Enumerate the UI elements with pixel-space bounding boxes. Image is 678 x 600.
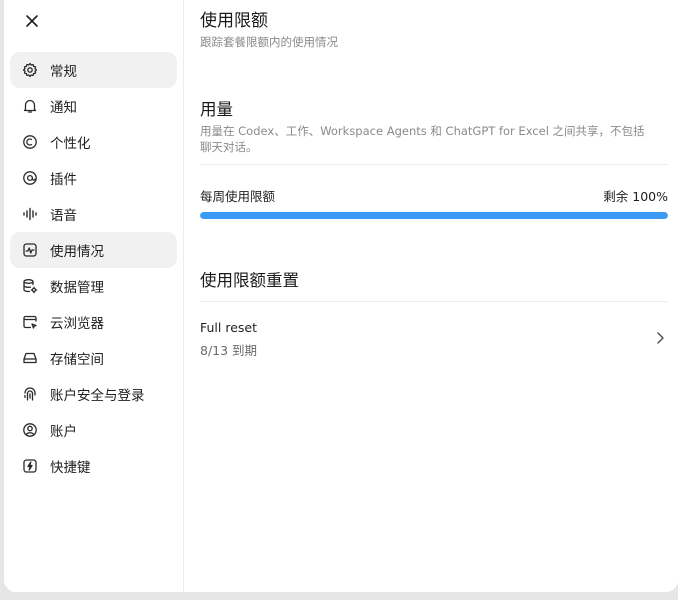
- close-button[interactable]: [22, 12, 42, 32]
- reset-item-date: 8/13 到期: [200, 343, 258, 358]
- sidebar-item-label: 插件: [50, 172, 77, 188]
- page-title: 使用限额: [200, 11, 268, 31]
- remaining-label: 剩余 100%: [603, 189, 668, 204]
- sidebar-item-label: 个性化: [50, 136, 91, 152]
- sidebar-item-label: 常规: [50, 64, 77, 80]
- settings-sidebar: 常规 通知 个性化 插件 语音 使用情况 数据管理 云浏览器 存储空间 账户安全…: [4, 0, 184, 592]
- sidebar-item-security-login[interactable]: 账户安全与登录: [10, 376, 177, 412]
- reset-section-title: 使用限额重置: [200, 271, 299, 290]
- usage-description: 用量在 Codex、工作、Workspace Agents 和 ChatGPT …: [200, 124, 645, 154]
- plugin-icon: [22, 170, 38, 186]
- storage-icon: [22, 350, 38, 366]
- sidebar-item-general[interactable]: 常规: [10, 52, 177, 88]
- settings-dialog: 常规 通知 个性化 插件 语音 使用情况 数据管理 云浏览器 存储空间 账户安全…: [4, 0, 678, 592]
- sidebar-item-storage[interactable]: 存储空间: [10, 340, 177, 376]
- weekly-limit-progress-fill: [200, 212, 668, 219]
- full-reset-item[interactable]: Full reset 8/13 到期: [200, 312, 668, 364]
- sidebar-item-personalization[interactable]: 个性化: [10, 124, 177, 160]
- sidebar-item-data-management[interactable]: 数据管理: [10, 268, 177, 304]
- sidebar-item-label: 账户安全与登录: [50, 388, 145, 404]
- sidebar-item-shortcuts[interactable]: 快捷键: [10, 448, 177, 484]
- user-circle-icon: [22, 422, 38, 438]
- sidebar-item-account[interactable]: 账户: [10, 412, 177, 448]
- database-gear-icon: [22, 278, 38, 294]
- sidebar-item-label: 语音: [50, 208, 77, 224]
- sidebar-item-cloud-browser[interactable]: 云浏览器: [10, 304, 177, 340]
- usage-section-title: 用量: [200, 100, 233, 119]
- sidebar-item-voice[interactable]: 语音: [10, 196, 177, 232]
- sidebar-item-plugins[interactable]: 插件: [10, 160, 177, 196]
- sidebar-item-label: 快捷键: [50, 460, 91, 476]
- cloud-browser-icon: [22, 314, 38, 330]
- weekly-limit-row: 每周使用限额 剩余 100%: [200, 186, 668, 206]
- usage-chart-icon: [22, 242, 38, 258]
- reset-item-title: Full reset: [200, 320, 258, 335]
- divider: [200, 301, 668, 302]
- fingerprint-icon: [22, 386, 38, 402]
- sidebar-item-label: 云浏览器: [50, 316, 104, 332]
- gear-icon: [22, 62, 38, 78]
- divider: [200, 164, 668, 165]
- lightning-icon: [22, 458, 38, 474]
- palette-icon: [22, 134, 38, 150]
- sidebar-item-notifications[interactable]: 通知: [10, 88, 177, 124]
- sidebar-item-label: 账户: [50, 424, 77, 440]
- weekly-limit-progress: [200, 212, 668, 219]
- settings-nav: 常规 通知 个性化 插件 语音 使用情况 数据管理 云浏览器 存储空间 账户安全…: [10, 52, 177, 484]
- sidebar-item-usage[interactable]: 使用情况: [10, 232, 177, 268]
- sidebar-item-label: 数据管理: [50, 280, 104, 296]
- sidebar-item-label: 使用情况: [50, 244, 104, 260]
- bell-icon: [22, 98, 38, 114]
- page-subtitle: 跟踪套餐限额内的使用情况: [200, 35, 338, 49]
- sidebar-item-label: 通知: [50, 100, 77, 116]
- close-icon: [25, 13, 39, 32]
- waveform-icon: [22, 206, 38, 222]
- sidebar-item-label: 存储空间: [50, 352, 104, 368]
- chevron-right-icon: [654, 330, 666, 344]
- weekly-limit-label: 每周使用限额: [200, 189, 276, 204]
